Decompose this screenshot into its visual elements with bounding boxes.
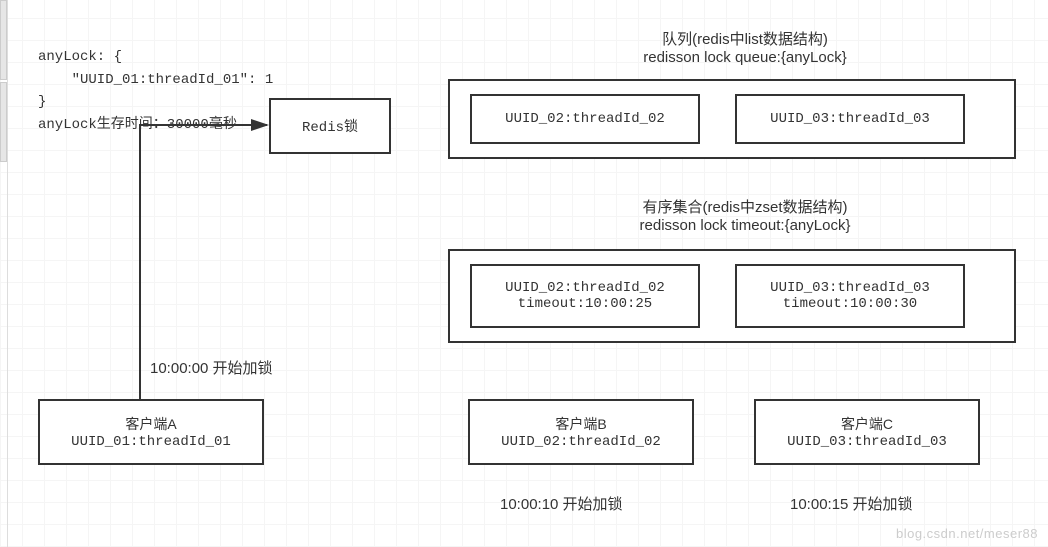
queue-title-2: redisson lock queue:{anyLock} (555, 49, 935, 66)
zset-item-1-id: UUID_03:threadId_03 (770, 280, 930, 296)
zset-title-2: redisson lock timeout:{anyLock} (555, 217, 935, 234)
client-c-box: 客户端C UUID_03:threadId_03 (754, 399, 980, 465)
queue-title-1: 队列(redis中list数据结构) (555, 28, 935, 49)
client-b-title: 客户端B (555, 414, 606, 434)
zset-item-0-id: UUID_02:threadId_02 (505, 280, 665, 296)
queue-container: UUID_02:threadId_02 UUID_03:threadId_03 (448, 79, 1016, 159)
zset-title: 有序集合(redis中zset数据结构) redisson lock timeo… (555, 196, 935, 234)
client-a-time: 10:00:00 开始加锁 (150, 357, 273, 378)
queue-item-1: UUID_03:threadId_03 (735, 94, 965, 144)
queue-item-0-id: UUID_02:threadId_02 (505, 111, 665, 127)
client-b-box: 客户端B UUID_02:threadId_02 (468, 399, 694, 465)
zset-title-1: 有序集合(redis中zset数据结构) (555, 196, 935, 217)
client-a-box: 客户端A UUID_01:threadId_01 (38, 399, 264, 465)
queue-item-1-id: UUID_03:threadId_03 (770, 111, 930, 127)
queue-item-0: UUID_02:threadId_02 (470, 94, 700, 144)
client-a-id: UUID_01:threadId_01 (71, 434, 231, 450)
client-b-time: 10:00:10 开始加锁 (500, 493, 623, 514)
zset-item-1: UUID_03:threadId_03 timeout:10:00:30 (735, 264, 965, 328)
zset-item-0-timeout: timeout:10:00:25 (518, 296, 652, 312)
watermark: blog.csdn.net/meser88 (896, 526, 1038, 541)
zset-container: UUID_02:threadId_02 timeout:10:00:25 UUI… (448, 249, 1016, 343)
client-b-id: UUID_02:threadId_02 (501, 434, 661, 450)
zset-item-0: UUID_02:threadId_02 timeout:10:00:25 (470, 264, 700, 328)
client-c-id: UUID_03:threadId_03 (787, 434, 947, 450)
queue-title: 队列(redis中list数据结构) redisson lock queue:{… (555, 28, 935, 66)
zset-item-1-timeout: timeout:10:00:30 (783, 296, 917, 312)
client-c-time: 10:00:15 开始加锁 (790, 493, 913, 514)
client-a-title: 客户端A (125, 414, 176, 434)
client-c-title: 客户端C (841, 414, 893, 434)
